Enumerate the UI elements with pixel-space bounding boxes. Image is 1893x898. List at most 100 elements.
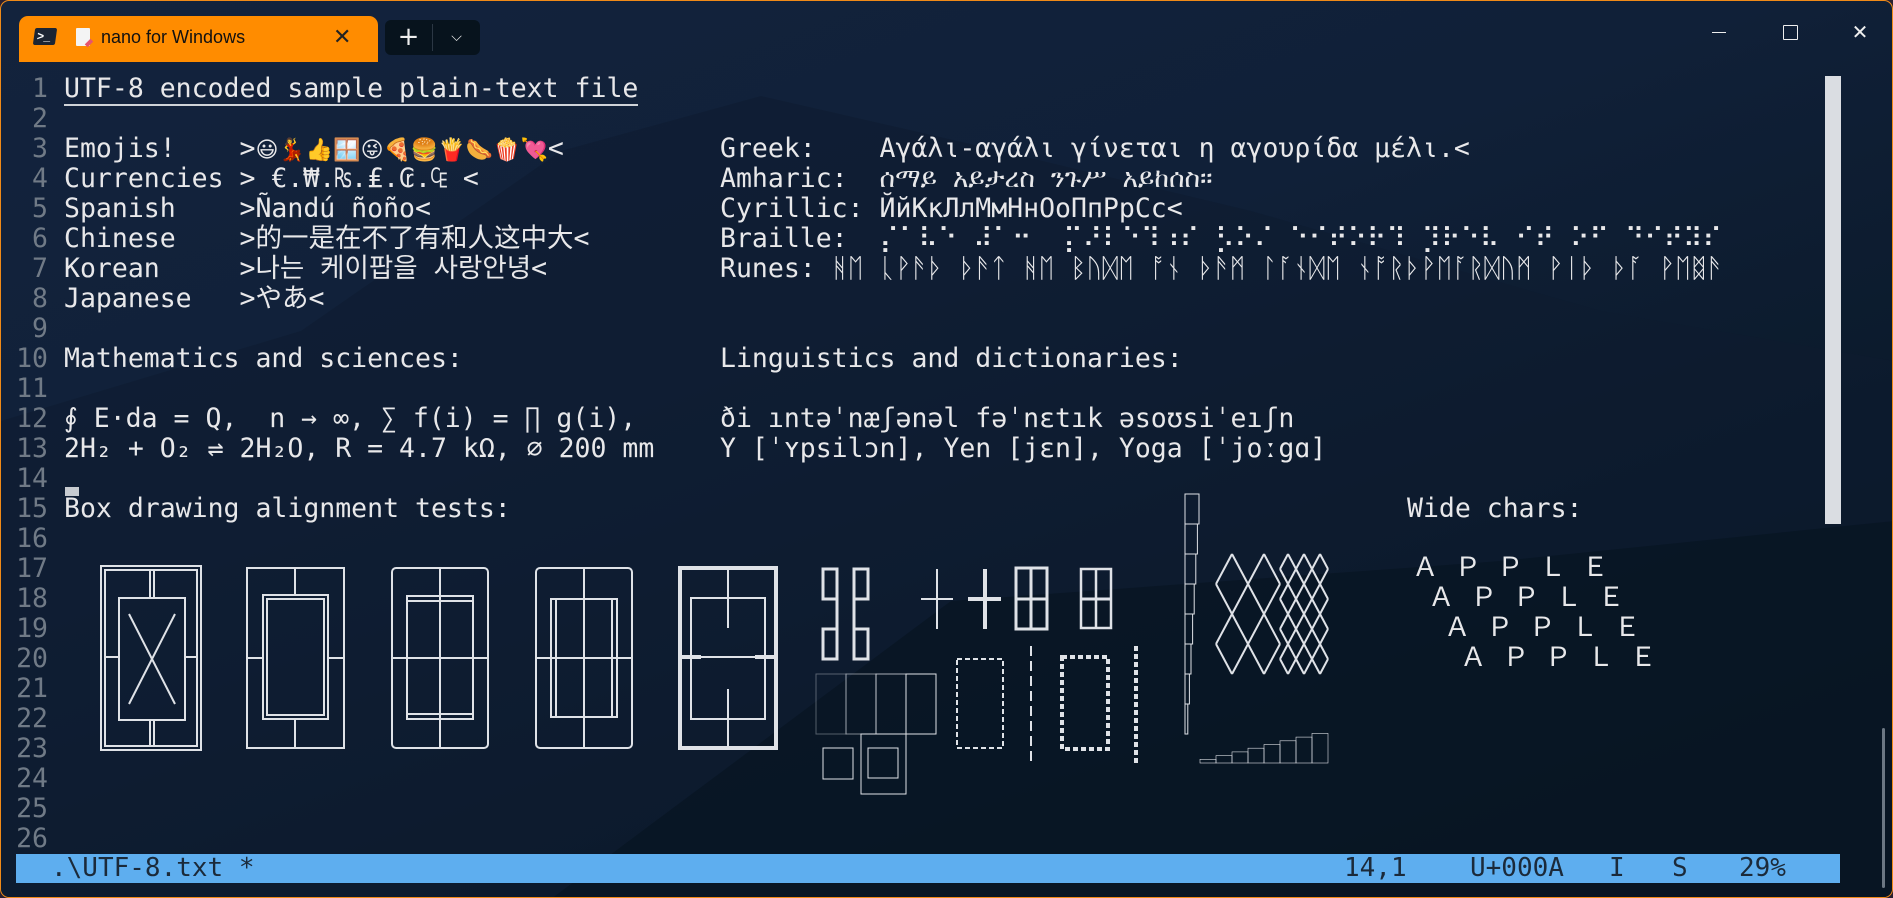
- diagonal-line: [1231, 613, 1249, 645]
- lower-eighth-block: [1215, 755, 1233, 764]
- diagonal-line: [1263, 643, 1281, 675]
- diagonal-line: [1319, 658, 1329, 675]
- diagonal-line: [1303, 598, 1313, 615]
- diagonal-line: [1247, 643, 1265, 675]
- diagonal-line: [1247, 613, 1265, 645]
- diagonal-line: [1311, 553, 1321, 570]
- diagonal-line: [1311, 658, 1321, 675]
- left-eighth-block: [1184, 523, 1198, 555]
- diagonal-line: [1319, 553, 1329, 570]
- diagonal-line: [1311, 613, 1321, 630]
- left-eighth-block: [1184, 673, 1190, 705]
- lower-eighth-block: [1199, 758, 1217, 764]
- diagonal-line: [1287, 628, 1297, 645]
- status-percent: 29%: [1739, 853, 1786, 883]
- lower-eighth-block: [1231, 751, 1249, 764]
- status-s-flag: S: [1672, 853, 1688, 883]
- diagonal-line: [1263, 553, 1281, 585]
- diagonal-line: [1319, 628, 1329, 645]
- lower-eighth-block: [1263, 744, 1281, 764]
- diagonal-line: [1319, 613, 1329, 630]
- diagonal-line: [1319, 598, 1329, 615]
- box-test-5-heavy: [678, 566, 778, 750]
- diagonal-line: [1295, 553, 1305, 570]
- diagonal-line: [1279, 643, 1289, 660]
- lower-eighth-block: [1279, 740, 1297, 764]
- box-drawing-art: [100, 493, 1329, 795]
- diagonal-line: [1247, 583, 1265, 615]
- terminal-window: >_ nano for Windows ✕ + ⌵ ✕ 1 2 3 4 5 6 7 8 9 10 1…: [0, 0, 1893, 898]
- diagonal-line: [1279, 553, 1289, 570]
- diagonal-line: [1231, 643, 1249, 675]
- diagonal-line: [1287, 583, 1297, 600]
- diagonal-line: [1303, 643, 1313, 660]
- diagonal-line: [1311, 628, 1321, 645]
- diagonal-line: [1215, 553, 1233, 585]
- diagonal-line: [1303, 583, 1313, 600]
- scrollbar-thumb[interactable]: [1825, 76, 1841, 524]
- left-eighth-block: [1184, 643, 1192, 675]
- diagonal-line: [1295, 583, 1305, 600]
- diagonal-line: [1247, 553, 1265, 585]
- diagonal-line: [1319, 643, 1329, 660]
- left-eighth-block: [1184, 493, 1200, 525]
- box-test-2: [246, 567, 345, 749]
- box-test-4: [535, 567, 633, 749]
- diagonal-line: [1279, 583, 1289, 600]
- left-eighth-block: [1184, 583, 1195, 615]
- diagonal-line: [1319, 568, 1329, 585]
- diagonal-line: [1231, 583, 1249, 615]
- diagonal-line: [1279, 613, 1289, 630]
- diagonal-line: [1287, 568, 1297, 585]
- status-insert-mode: I: [1609, 853, 1625, 883]
- diagonal-lattice: [1215, 553, 1329, 675]
- diagonal-line: [1303, 553, 1313, 570]
- dashed-boxes: [956, 646, 1138, 763]
- diagonal-line: [1279, 568, 1289, 585]
- window-scrollbar[interactable]: [1882, 728, 1885, 888]
- box-test-1: [100, 565, 202, 751]
- left-eighth-block: [1184, 703, 1189, 735]
- left-eighth-block: [1184, 553, 1197, 585]
- diagonal-line: [1287, 598, 1297, 615]
- diagonal-line: [1311, 598, 1321, 615]
- lower-eighth-block: [1311, 733, 1329, 764]
- diagonal-line: [1295, 658, 1305, 675]
- diagonal-line: [1215, 643, 1233, 675]
- status-cursor-position: 14,1: [1344, 853, 1407, 883]
- diagonal-line: [1311, 643, 1321, 660]
- diagonal-line: [1303, 628, 1313, 645]
- diagonal-line: [1295, 613, 1305, 630]
- diagonal-line: [1303, 568, 1313, 585]
- diagonal-line: [1295, 628, 1305, 645]
- diagonal-line: [1231, 553, 1249, 585]
- status-filename: .\UTF-8.txt *: [51, 853, 255, 883]
- diagonal-line: [1295, 643, 1305, 660]
- lower-eighth-block: [1247, 747, 1265, 764]
- glyph-tests: [821, 566, 1113, 661]
- diagonal-line: [1295, 598, 1305, 615]
- diagonal-line: [1279, 628, 1289, 645]
- diagonal-line: [1303, 613, 1313, 630]
- diagonal-line: [1311, 583, 1321, 600]
- left-eighth-block: [1184, 613, 1194, 645]
- lower-eighth-block: [1295, 736, 1313, 764]
- diagonal-line: [1263, 583, 1281, 615]
- diagonal-line: [1287, 553, 1297, 570]
- diagonal-line: [1279, 658, 1289, 675]
- shade-blocks: [815, 673, 937, 795]
- diagonal-line: [1215, 583, 1233, 615]
- status-bar: .\UTF-8.txt * 14,1 U+000A I S 29%: [16, 854, 1840, 883]
- diagonal-line: [1287, 643, 1297, 660]
- diagonal-line: [1279, 598, 1289, 615]
- status-codepoint: U+000A: [1470, 853, 1564, 883]
- diagonal-line: [1263, 613, 1281, 645]
- box-test-3: [391, 567, 489, 749]
- diagonal-line: [1287, 658, 1297, 675]
- diagonal-line: [1215, 613, 1233, 645]
- diagonal-line: [1287, 613, 1297, 630]
- diagonal-line: [1319, 583, 1329, 600]
- diagonal-line: [1311, 568, 1321, 585]
- diagonal-line: [1303, 658, 1313, 675]
- diagonal-line: [1295, 568, 1305, 585]
